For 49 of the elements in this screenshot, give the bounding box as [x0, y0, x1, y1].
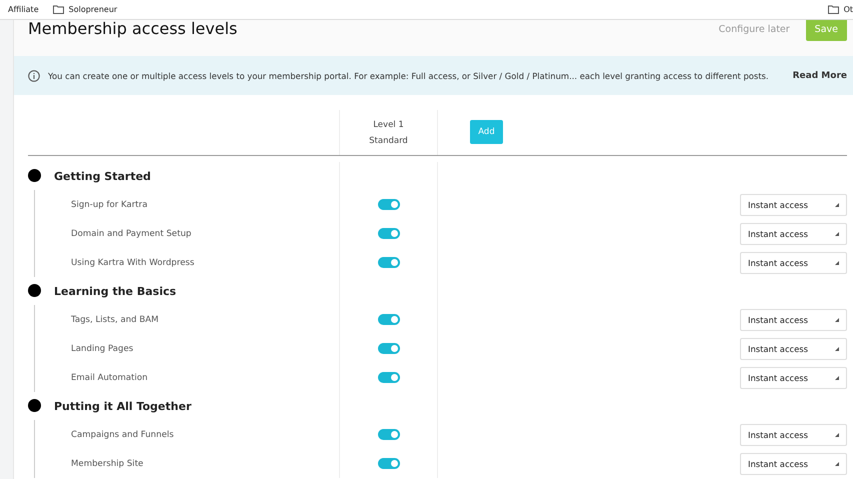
- toggle-switch[interactable]: [378, 228, 400, 239]
- toggle-switch[interactable]: [378, 314, 400, 325]
- section-title: Learning the Basics: [54, 284, 176, 298]
- lesson-title: Using Kartra With Wordpress: [71, 258, 194, 268]
- bookmark-link[interactable]: Ot: [844, 5, 853, 14]
- access-dropdown[interactable]: Instant access: [740, 194, 847, 216]
- lesson-title: Domain and Payment Setup: [71, 228, 192, 238]
- bookmark-link[interactable]: Solopreneur: [68, 5, 118, 14]
- folder-icon: [52, 5, 64, 14]
- page-title: Membership access levels: [28, 20, 238, 38]
- access-dropdown[interactable]: Instant access: [740, 338, 847, 360]
- lesson-title: Tags, Lists, and BAM: [71, 314, 159, 324]
- caret-icon: [835, 376, 839, 380]
- lesson-title: Membership Site: [71, 458, 144, 468]
- toggle-switch[interactable]: [378, 257, 400, 268]
- folder-icon: [828, 5, 839, 14]
- bookmark-link[interactable]: Affiliate: [8, 5, 39, 14]
- lesson-title: Email Automation: [71, 372, 148, 382]
- caret-icon: [835, 346, 839, 350]
- caret-icon: [835, 202, 839, 206]
- caret-icon: [835, 462, 839, 466]
- access-dropdown[interactable]: Instant access: [740, 452, 847, 474]
- caret-icon: [835, 432, 839, 436]
- lesson-title: Sign-up for Kartra: [71, 200, 148, 210]
- info-icon: [28, 70, 40, 82]
- access-dropdown[interactable]: Instant access: [740, 308, 847, 330]
- toggle-switch[interactable]: [378, 458, 400, 469]
- section-dot: [28, 284, 41, 297]
- access-dropdown[interactable]: Instant access: [740, 222, 847, 244]
- lesson-title: Campaigns and Funnels: [71, 430, 174, 440]
- access-dropdown[interactable]: Instant access: [740, 252, 847, 274]
- caret-icon: [835, 318, 839, 322]
- section-dot: [28, 169, 41, 182]
- read-more-link[interactable]: Read More: [792, 70, 847, 80]
- access-dropdown[interactable]: Instant access: [740, 424, 847, 446]
- toggle-switch[interactable]: [378, 429, 400, 440]
- toggle-switch[interactable]: [378, 372, 400, 383]
- info-text: You can create one or multiple access levels to your membership portal. For example: Full access, or Silver / Gold / Platinum... each level granting access to different posts.: [48, 70, 770, 80]
- toggle-switch[interactable]: [378, 199, 400, 210]
- level-type: Standard: [369, 134, 408, 148]
- section-title: Putting it All Together: [54, 400, 192, 412]
- section-title: Getting Started: [54, 170, 151, 182]
- access-dropdown[interactable]: Instant access: [740, 366, 847, 388]
- caret-icon: [835, 232, 839, 236]
- caret-icon: [835, 260, 839, 264]
- section-dot: [28, 399, 41, 412]
- level-name: Level 1: [373, 118, 404, 132]
- toggle-switch[interactable]: [378, 343, 400, 354]
- lesson-title: Landing Pages: [71, 344, 134, 354]
